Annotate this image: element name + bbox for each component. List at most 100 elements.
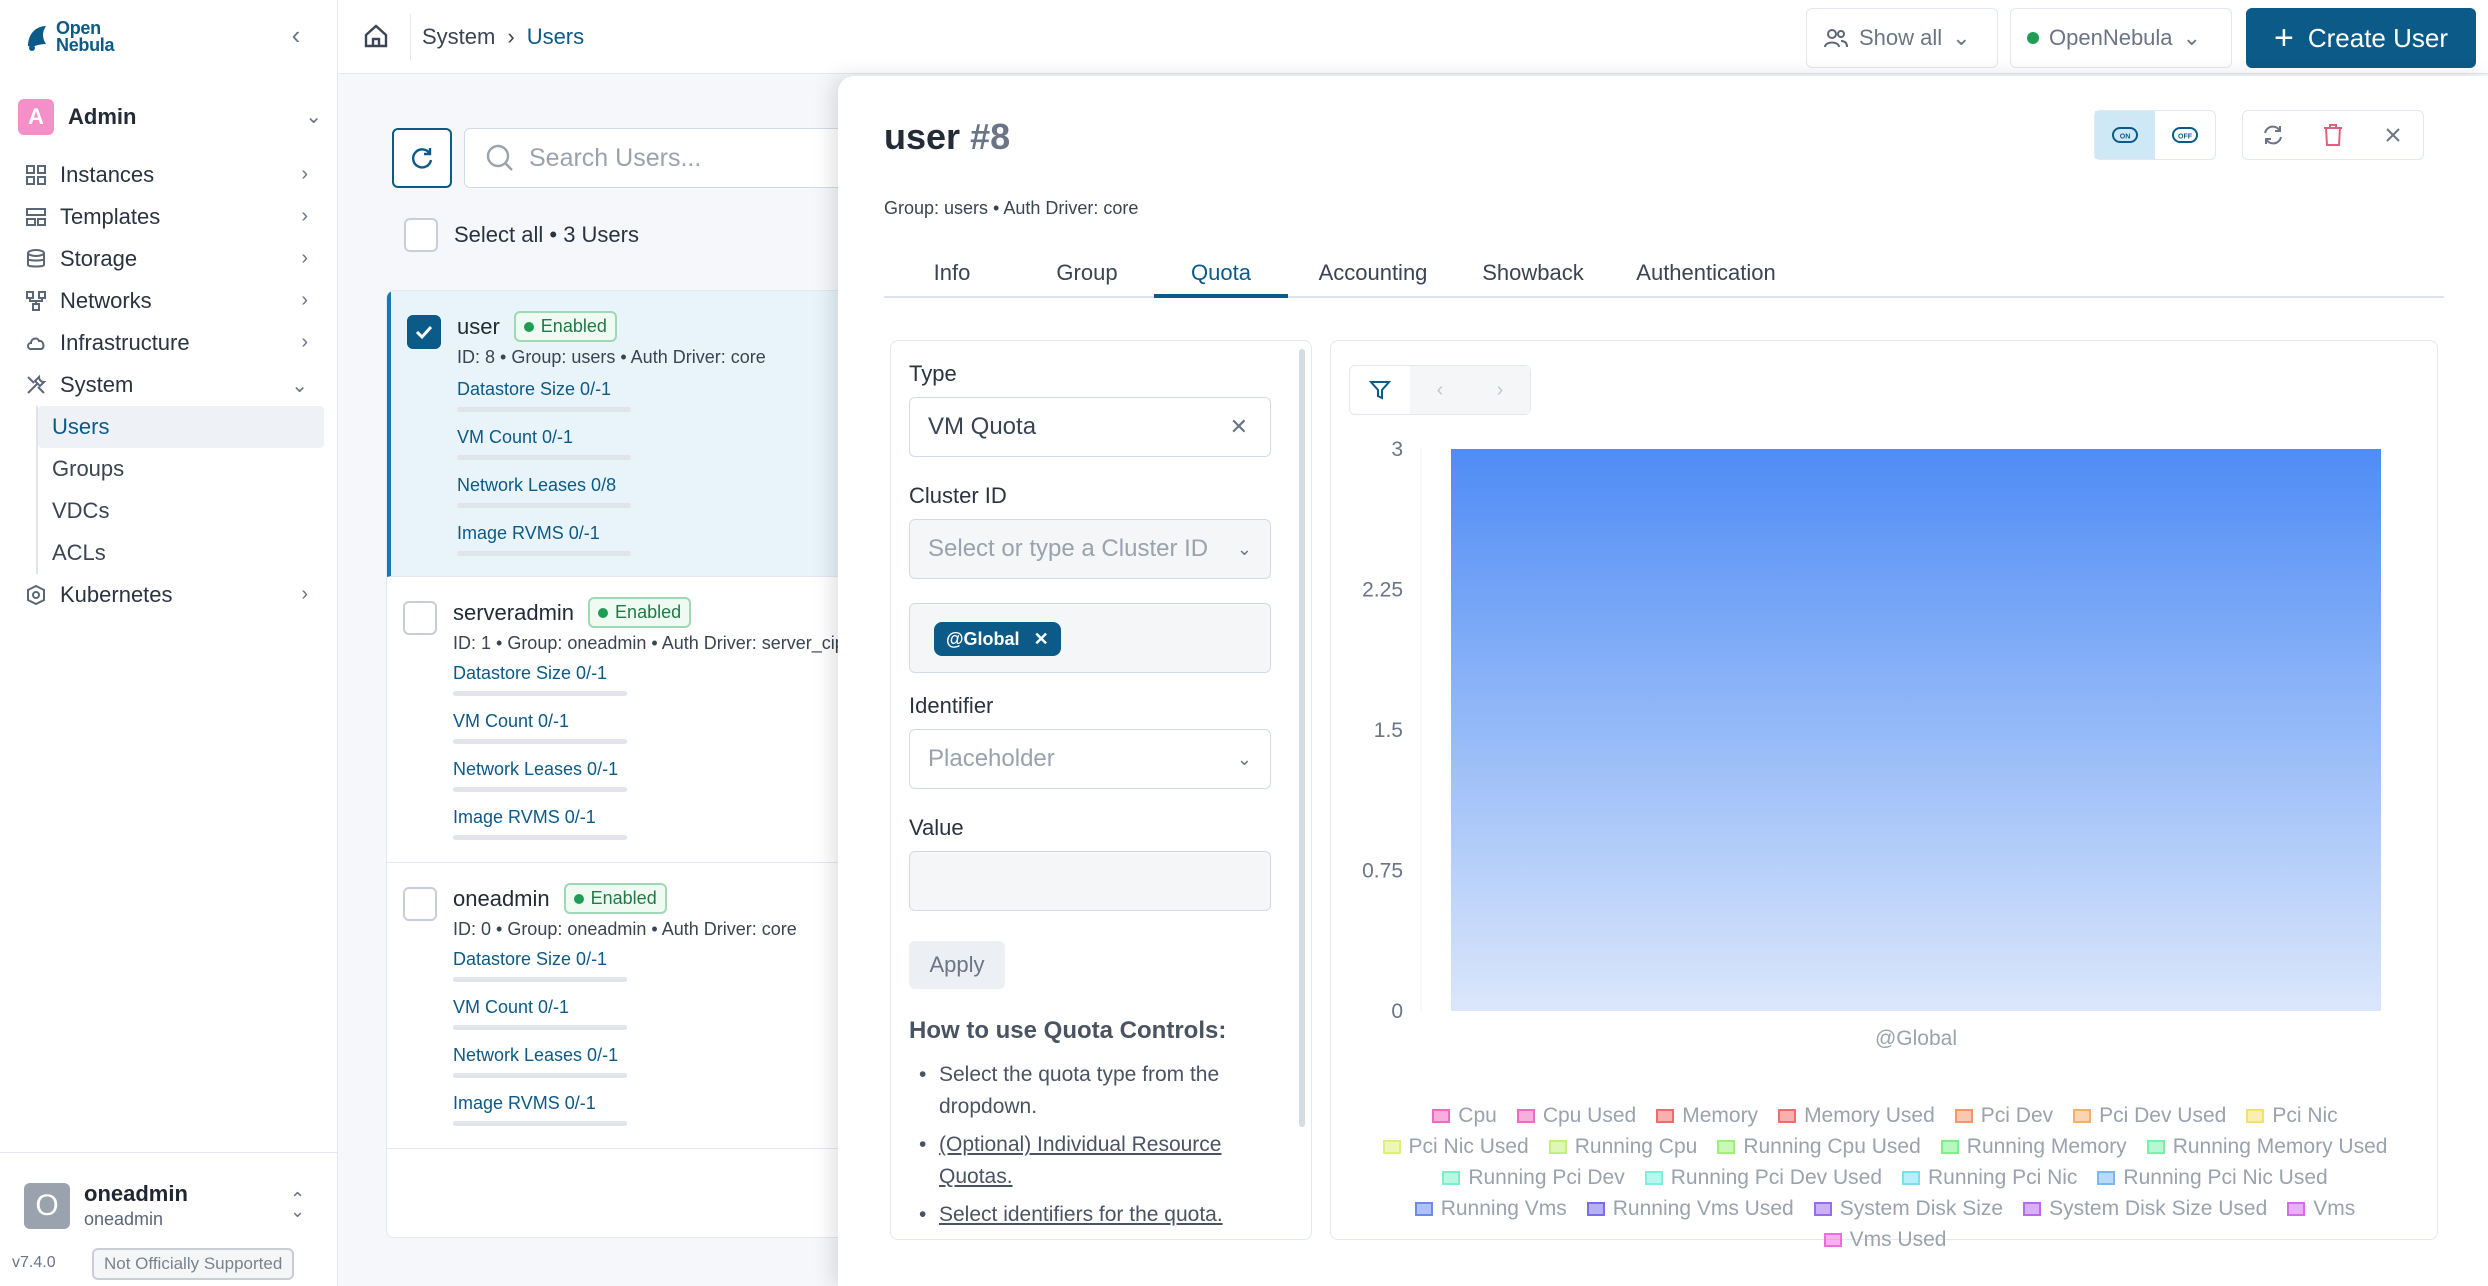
- zone-selector[interactable]: OpenNebula ⌄: [2010, 8, 2232, 68]
- legend-item[interactable]: System Disk Size Used: [2023, 1194, 2267, 1224]
- legend-item[interactable]: Running Pci Dev Used: [1644, 1163, 1882, 1193]
- legend-item[interactable]: Running Pci Nic: [1902, 1163, 2077, 1193]
- row-checkbox[interactable]: [403, 887, 437, 921]
- tab-info[interactable]: Info: [884, 256, 1020, 298]
- status-badge: Enabled: [513, 311, 617, 342]
- current-user-name: oneadmin: [84, 1181, 188, 1206]
- next-page-button[interactable]: ›: [1470, 366, 1530, 414]
- quota-label: Datastore Size 0/-1: [453, 949, 608, 969]
- create-user-button[interactable]: + Create User: [2246, 8, 2476, 68]
- close-button[interactable]: [2363, 111, 2423, 159]
- chevron-right-icon: ›: [301, 205, 308, 227]
- legend-item[interactable]: Pci Nic: [2246, 1101, 2338, 1131]
- quota-bar: [453, 977, 627, 982]
- row-checkbox[interactable]: [407, 315, 441, 349]
- legend-item[interactable]: Vms Used: [1823, 1225, 1946, 1255]
- search-input[interactable]: Search Users...: [464, 128, 864, 188]
- apply-button[interactable]: Apply: [909, 941, 1005, 989]
- legend-label: Cpu Used: [1542, 1104, 1637, 1127]
- quota-label: Network Leases 0/8: [457, 475, 617, 495]
- legend-label: Running Pci Nic: [1928, 1166, 2078, 1189]
- opennebula-logo[interactable]: Open Nebula: [24, 19, 115, 54]
- legend-item[interactable]: Cpu: [1432, 1101, 1497, 1131]
- tab-quota[interactable]: Quota: [1154, 256, 1288, 298]
- howto-step[interactable]: Select identifiers for the quota.: [909, 1199, 1279, 1231]
- tab-authentication[interactable]: Authentication: [1608, 256, 1804, 298]
- collapse-sidebar-icon[interactable]: ‹: [282, 20, 310, 52]
- clear-icon[interactable]: ✕: [1230, 398, 1248, 456]
- legend-item[interactable]: Running Vms: [1414, 1194, 1567, 1224]
- sidebar-item-storage[interactable]: Storage ›: [24, 238, 324, 280]
- select-all-checkbox[interactable]: [404, 218, 438, 252]
- current-user-group: oneadmin: [84, 1209, 164, 1229]
- legend-item[interactable]: Memory Used: [1778, 1101, 1935, 1131]
- sidebar-item-kubernetes[interactable]: Kubernetes ›: [24, 574, 324, 616]
- networks-icon: [24, 289, 48, 313]
- list-item[interactable]: oneadmin Enabled ID: 0 • Group: oneadmin…: [387, 863, 905, 1149]
- sidebar-item-networks[interactable]: Networks ›: [24, 280, 324, 322]
- quota-bar-chart: 0 0.75 1.5 2.25 3 @Global: [1362, 438, 2381, 1050]
- select-all[interactable]: Select all • 3 Users: [404, 218, 639, 252]
- legend-item[interactable]: Running Pci Nic Used: [2097, 1163, 2328, 1193]
- legend-item[interactable]: Pci Nic Used: [1382, 1132, 1529, 1162]
- chip-remove-icon[interactable]: ✕: [1034, 629, 1049, 650]
- bar-cpu[interactable]: [1451, 449, 2381, 1011]
- filter-button[interactable]: [1350, 366, 1410, 414]
- legend-item[interactable]: Running Vms Used: [1586, 1194, 1794, 1224]
- legend-item[interactable]: Vms: [2287, 1194, 2355, 1224]
- list-item[interactable]: serveradmin Enabled ID: 1 • Group: onead…: [387, 577, 905, 863]
- legend-item[interactable]: Pci Dev: [1954, 1101, 2053, 1131]
- disable-button[interactable]: OFF: [2155, 111, 2215, 159]
- sidebar-item-instances[interactable]: Instances ›: [24, 154, 324, 196]
- chevron-right-icon: ›: [301, 163, 308, 185]
- refresh-detail-button[interactable]: [2243, 111, 2303, 159]
- legend-item[interactable]: Running Memory Used: [2146, 1132, 2387, 1162]
- legend-item[interactable]: Running Cpu Used: [1717, 1132, 1921, 1162]
- expand-collapse-icon: ⌃ ⌄: [290, 1189, 306, 1221]
- group-selector[interactable]: A Admin ⌄: [18, 98, 322, 136]
- legend-item[interactable]: Running Cpu: [1548, 1132, 1698, 1162]
- delete-button[interactable]: [2303, 111, 2363, 159]
- form-scrollbar[interactable]: [1299, 349, 1305, 1127]
- value-input[interactable]: [909, 851, 1271, 911]
- howto-step[interactable]: (Optional) Individual Resource Quotas.: [909, 1129, 1279, 1193]
- row-checkbox[interactable]: [403, 601, 437, 635]
- quota-type-select[interactable]: VM Quota ✕: [909, 397, 1271, 457]
- sidebar-nav: Instances › Templates › Storage › Networ…: [24, 154, 324, 616]
- refresh-button[interactable]: [392, 128, 452, 188]
- legend-item[interactable]: System Disk Size: [1813, 1194, 2003, 1224]
- legend-swatch: [1442, 1171, 1461, 1185]
- legend-item[interactable]: Pci Dev Used: [2073, 1101, 2226, 1131]
- legend-label: Running Cpu: [1574, 1135, 1698, 1158]
- cluster-id-input[interactable]: Select or type a Cluster ID ⌄: [909, 519, 1271, 579]
- show-all-filter[interactable]: Show all ⌄: [1806, 8, 1998, 68]
- sidebar-item-templates[interactable]: Templates ›: [24, 196, 324, 238]
- sidebar-item-system[interactable]: System ⌄: [24, 364, 324, 406]
- value-label: Value: [909, 815, 964, 840]
- sidebar-item-groups[interactable]: Groups: [38, 448, 324, 490]
- quota-label: Datastore Size 0/-1: [457, 379, 612, 399]
- tab-accounting[interactable]: Accounting: [1288, 256, 1458, 298]
- legend-item[interactable]: Memory: [1656, 1101, 1758, 1131]
- sidebar-item-users[interactable]: Users: [38, 406, 324, 448]
- legend-item[interactable]: Cpu Used: [1516, 1101, 1637, 1131]
- tab-group[interactable]: Group: [1020, 256, 1154, 298]
- cloud-icon: [24, 331, 48, 355]
- kubernetes-icon: [24, 583, 48, 607]
- prev-page-button[interactable]: ‹: [1410, 366, 1470, 414]
- sidebar-item-acls[interactable]: ACLs: [38, 532, 324, 574]
- breadcrumb-system[interactable]: System: [422, 24, 495, 50]
- svg-text:OFF: OFF: [2178, 134, 2193, 141]
- sidebar-item-vdcs[interactable]: VDCs: [38, 490, 324, 532]
- home-icon[interactable]: [362, 22, 390, 50]
- chevron-down-icon: ⌄: [2182, 25, 2201, 50]
- tab-showback[interactable]: Showback: [1458, 256, 1608, 298]
- cluster-chip[interactable]: @Global ✕: [934, 622, 1061, 656]
- legend-item[interactable]: Running Pci Dev: [1442, 1163, 1625, 1193]
- identifier-select[interactable]: Placeholder ⌄: [909, 729, 1271, 789]
- sidebar-item-infrastructure[interactable]: Infrastructure ›: [24, 322, 324, 364]
- cluster-id-label: Cluster ID: [909, 483, 1007, 508]
- legend-item[interactable]: Running Memory: [1940, 1132, 2127, 1162]
- enable-button[interactable]: ON: [2095, 111, 2155, 159]
- list-item[interactable]: user Enabled ID: 8 • Group: users • Auth…: [387, 291, 905, 577]
